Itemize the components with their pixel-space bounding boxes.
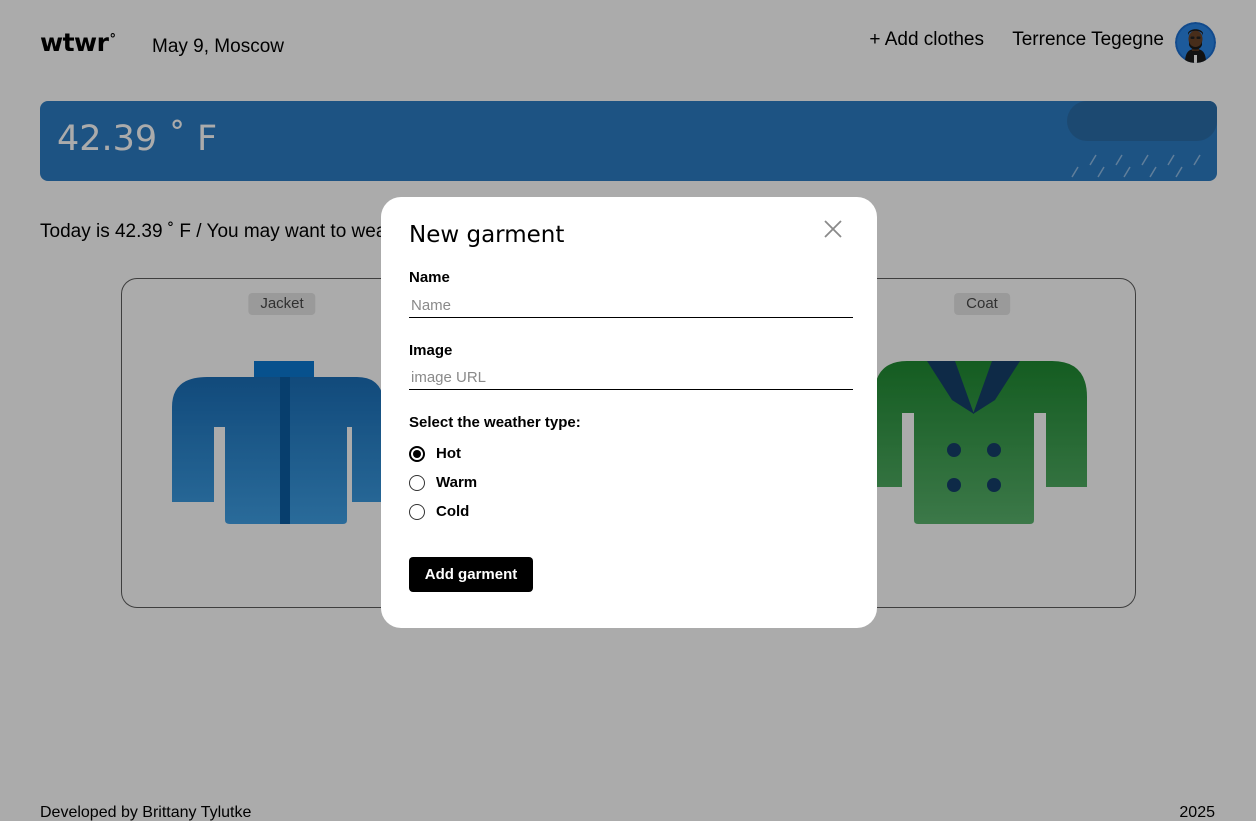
radio-hot[interactable] <box>409 446 425 462</box>
name-label: Name <box>409 269 450 286</box>
close-icon <box>824 220 842 238</box>
radio-label-hot: Hot <box>436 445 461 462</box>
radio-label-warm: Warm <box>436 474 478 491</box>
radio-label-cold: Cold <box>436 503 470 520</box>
modal-title: New garment <box>409 222 565 248</box>
weather-type-label: Select the weather type: <box>409 414 581 431</box>
radio-option-warm[interactable]: Warm <box>409 472 477 494</box>
add-garment-button[interactable]: Add garment <box>409 557 533 592</box>
new-garment-modal: New garment Name Image Select the weathe… <box>381 197 877 628</box>
radio-option-cold[interactable]: Cold <box>409 501 469 523</box>
radio-option-hot[interactable]: Hot <box>409 443 461 465</box>
radio-warm[interactable] <box>409 475 425 491</box>
image-url-input[interactable] <box>409 366 853 390</box>
close-button[interactable] <box>821 217 845 241</box>
image-label: Image <box>409 342 453 359</box>
radio-cold[interactable] <box>409 504 425 520</box>
name-input[interactable] <box>409 294 853 318</box>
